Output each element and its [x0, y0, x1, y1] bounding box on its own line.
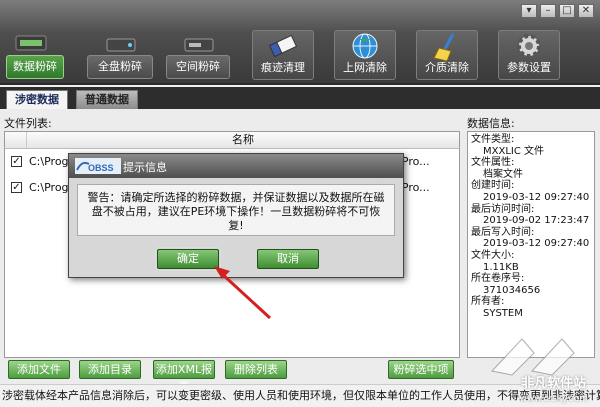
eraser-icon: [268, 34, 298, 58]
data-info-label: 数据信息:: [467, 117, 515, 130]
tool-media-clean-label: 介质清除: [425, 61, 469, 74]
tool-settings-label: 参数设置: [507, 61, 551, 74]
info-value: MXXLIC 文件: [483, 145, 545, 157]
data-tabs: 涉密数据 普通数据: [0, 87, 600, 109]
name-column-header[interactable]: 名称: [27, 132, 459, 148]
maximize-icon[interactable]: □: [559, 4, 575, 18]
tool-space-shred[interactable]: 空间粉碎: [166, 55, 230, 79]
info-value: 371034656: [483, 284, 541, 296]
ok-button[interactable]: 确定: [155, 247, 221, 271]
info-key: 所在卷序号:: [471, 273, 525, 285]
add-xml-report-button[interactable]: 添加XML报表: [153, 360, 215, 393]
checkbox-column-header: [5, 132, 27, 148]
logo-text: OBSS: [88, 163, 114, 173]
add-file-button[interactable]: 添加文件: [8, 360, 70, 379]
info-value: SYSTEM: [483, 307, 523, 319]
data-shred-icon: [15, 35, 47, 51]
top-toolbar: ▾ – □ ✕ 数据粉碎 全盘粉碎 空间粉碎 痕迹清理 上网清除 介质清除 参数…: [0, 0, 600, 85]
tool-internet-clean-label: 上网清除: [343, 61, 387, 74]
add-directory-button[interactable]: 添加目录: [79, 360, 141, 379]
tab-normal-data[interactable]: 普通数据: [76, 90, 138, 109]
tool-full-disk-shred-label: 全盘粉碎: [98, 60, 142, 73]
file-list-header: 名称: [5, 132, 459, 149]
minimize-icon[interactable]: –: [540, 4, 556, 18]
watermark-url: www.crsky.com: [519, 394, 588, 404]
row-checkbox[interactable]: ✓: [11, 182, 22, 193]
full-disk-icon: [106, 38, 136, 52]
info-key: 创建时间:: [471, 180, 515, 192]
window-controls: ▾ – □ ✕: [521, 4, 594, 18]
watermark-title: 非凡软件站: [520, 376, 586, 391]
tool-data-shred-label: 数据粉碎: [13, 60, 57, 73]
info-key: 文件类型:: [471, 134, 515, 145]
dialog-title: 提示信息: [123, 161, 167, 174]
obss-logo-icon: OBSS: [75, 158, 121, 174]
delete-list-button[interactable]: 删除列表: [225, 360, 287, 379]
tool-full-disk-shred[interactable]: 全盘粉碎: [87, 55, 153, 79]
tool-settings[interactable]: 参数设置: [498, 30, 560, 80]
info-key: 所有者:: [471, 296, 505, 308]
info-key: 文件属性:: [471, 157, 515, 169]
info-value: 2019-09-02 17:23:47: [483, 215, 590, 227]
row-checkbox[interactable]: ✓: [11, 156, 22, 167]
tool-space-shred-label: 空间粉碎: [176, 60, 220, 73]
info-key: 最后写入时间:: [471, 226, 535, 238]
info-value: 2019-03-12 09:27:40: [483, 238, 590, 250]
shred-selected-button[interactable]: 粉碎选中项: [388, 360, 454, 379]
close-icon[interactable]: ✕: [578, 4, 594, 18]
tool-data-shred[interactable]: 数据粉碎: [6, 55, 64, 79]
tool-internet-clean[interactable]: 上网清除: [334, 30, 396, 80]
menu-dropdown-icon[interactable]: ▾: [521, 4, 537, 18]
info-value: 2019-03-12 09:27:40: [483, 191, 590, 203]
info-key: 最后访问时间:: [471, 203, 535, 215]
info-key: 文件大小:: [471, 249, 515, 261]
gear-icon: [517, 34, 541, 58]
tab-secret-data[interactable]: 涉密数据: [6, 90, 68, 109]
tool-media-clean[interactable]: 介质清除: [416, 30, 478, 80]
file-list-label: 文件列表:: [4, 117, 52, 130]
info-value: 1.11KB: [483, 261, 519, 273]
space-shred-icon: [184, 38, 214, 52]
dialog-titlebar: OBSS 提示信息: [69, 154, 403, 178]
confirm-dialog: OBSS 提示信息 警告：请确定所选择的粉碎数据，并保证数据以及数据所在磁盘不被…: [68, 153, 404, 278]
tool-trace-clean-label: 痕迹清理: [261, 61, 305, 74]
tool-trace-clean[interactable]: 痕迹清理: [252, 30, 314, 80]
data-info-panel: 文件类型: MXXLIC 文件 文件属性: 档案文件 创建时间: 2019-03…: [467, 131, 595, 358]
info-value: 档案文件: [483, 168, 523, 180]
cancel-button[interactable]: 取消: [257, 249, 319, 269]
dialog-message: 警告：请确定所选择的粉碎数据，并保证数据以及数据所在磁盘不被占用，建议在PE环境…: [77, 184, 395, 236]
